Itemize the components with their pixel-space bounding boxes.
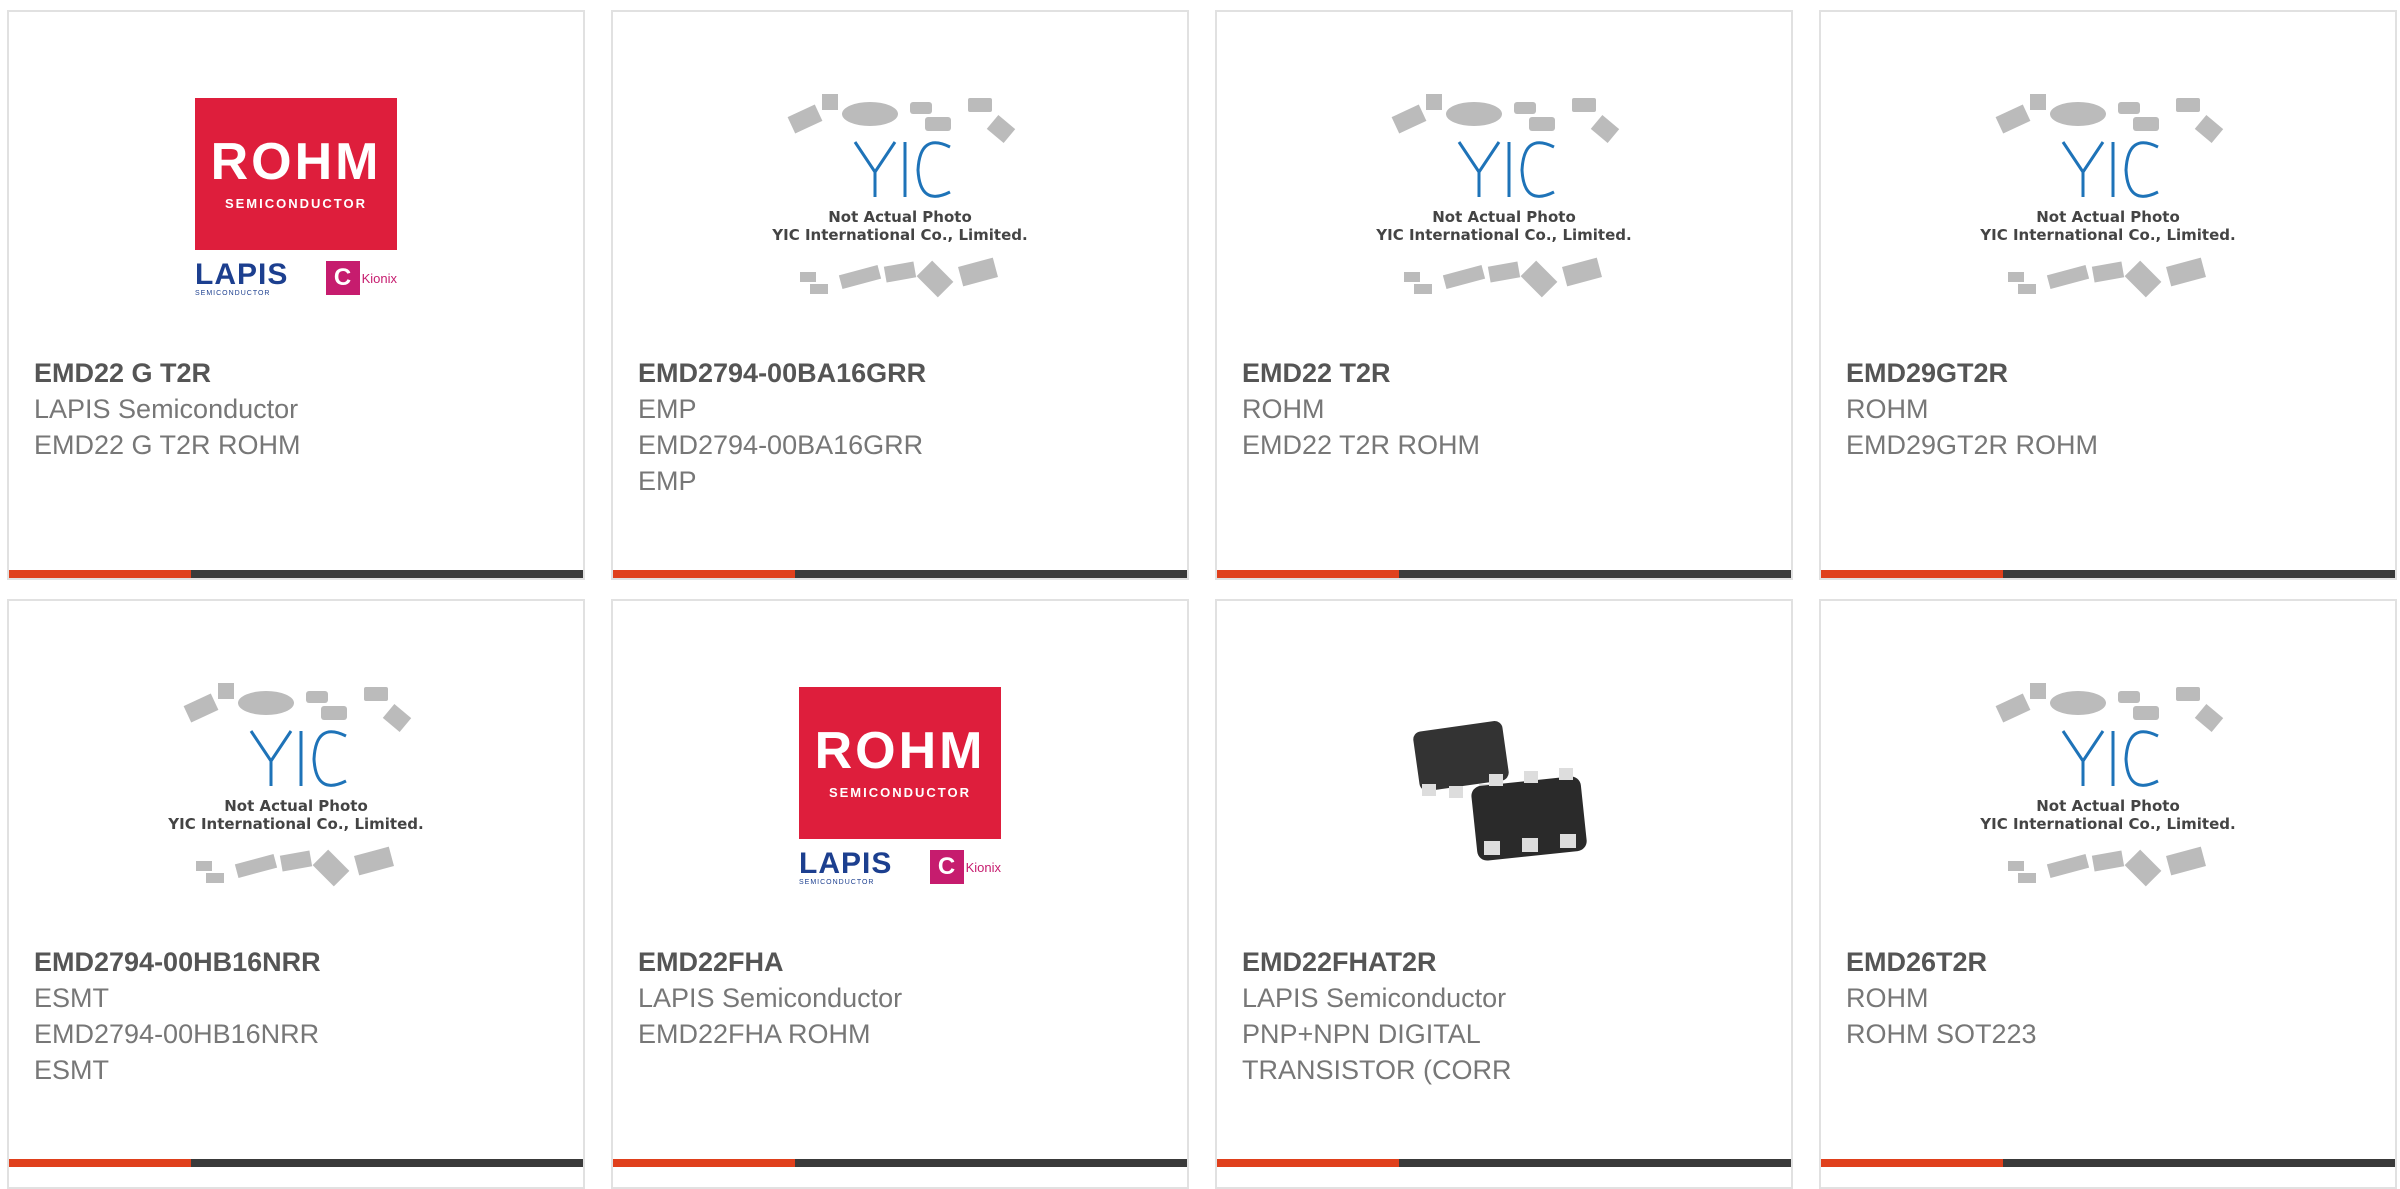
kionix-logo: C Kionix xyxy=(929,850,1001,884)
product-image[interactable] xyxy=(1364,661,1644,911)
card-bottom-bar xyxy=(9,570,583,578)
description: EMD22FHA ROHM xyxy=(638,1019,871,1049)
product-card[interactable]: Not Actual Photo YIC International Co., … xyxy=(1819,10,2397,580)
placeholder-line1: Not Actual Photo xyxy=(224,797,368,815)
part-number-link[interactable]: EMD22 G T2R xyxy=(34,355,563,391)
card-bottom-bar xyxy=(613,1159,1187,1167)
description: PNP+NPN DIGITAL TRANSISTOR (CORR xyxy=(1242,1019,1512,1085)
product-image[interactable]: ROHM SEMICONDUCTOR LAPIS SEMICONDUCTOR C Ki… xyxy=(156,72,436,322)
product-image[interactable]: Not Actual Photo YIC International Co., … xyxy=(1968,661,2248,911)
description: ROHM SOT223 xyxy=(1846,1019,2037,1049)
placeholder-line2: YIC International Co., Limited. xyxy=(167,815,423,833)
kionix-logo-text: Kionix xyxy=(361,270,397,286)
yic-placeholder-image: Not Actual Photo YIC International Co., … xyxy=(167,683,424,887)
manufacturer: ROHM xyxy=(1242,394,1325,424)
rohm-logo-text: ROHM xyxy=(210,133,382,191)
kionix-logo-text: Kionix xyxy=(965,859,1001,875)
description: EMD22 G T2R ROHM xyxy=(34,430,301,460)
product-card[interactable]: ROHM SEMICONDUCTOR LAPIS SEMICONDUCTOR C Ki… xyxy=(7,10,585,580)
product-image[interactable]: ROHM SEMICONDUCTOR LAPIS SEMICONDUCTOR C Ki… xyxy=(760,661,1040,911)
rohm-lapis-logo: ROHM SEMICONDUCTOR LAPIS SEMICONDUCTOR C Ki… xyxy=(194,97,399,297)
manufacturer: ESMT xyxy=(34,983,110,1013)
placeholder-line1: Not Actual Photo xyxy=(2036,208,2180,226)
lapis-logo-text: LAPIS xyxy=(799,846,893,880)
manufacturer: ROHM xyxy=(1846,983,1929,1013)
rohm-logo-text: ROHM xyxy=(814,722,986,780)
card-bottom-bar xyxy=(1217,570,1791,578)
card-accent xyxy=(613,570,795,578)
card-bottom-bar xyxy=(1217,1159,1791,1167)
part-number-link[interactable]: EMD22FHA xyxy=(638,944,1167,980)
product-grid: ROHM SEMICONDUCTOR LAPIS SEMICONDUCTOR C Ki… xyxy=(0,0,2400,1189)
description: EMD2794-00BA16GRR EMP xyxy=(638,430,924,496)
manufacturer: LAPIS Semiconductor xyxy=(34,394,299,424)
part-number-link[interactable]: EMD29GT2R xyxy=(1846,355,2375,391)
product-card[interactable]: Not Actual Photo YIC International Co., … xyxy=(7,599,585,1189)
rohm-logo-subtext: SEMICONDUCTOR xyxy=(224,196,368,211)
card-accent xyxy=(1217,570,1399,578)
part-number-link[interactable]: EMD22FHAT2R xyxy=(1242,944,1771,980)
card-accent xyxy=(1821,1159,2003,1167)
rohm-lapis-logo: ROHM SEMICONDUCTOR LAPIS SEMICONDUCTOR C Ki… xyxy=(798,686,1003,886)
yic-placeholder-image: Not Actual Photo YIC International Co., … xyxy=(1979,94,2236,298)
product-card[interactable]: ROHM SEMICONDUCTOR LAPIS SEMICONDUCTOR C Ki… xyxy=(611,599,1189,1189)
yic-placeholder-image: Not Actual Photo YIC International Co., … xyxy=(771,94,1028,298)
manufacturer: LAPIS Semiconductor xyxy=(638,983,903,1013)
product-image[interactable]: Not Actual Photo YIC International Co., … xyxy=(1364,72,1644,322)
placeholder-line2: YIC International Co., Limited. xyxy=(1375,226,1631,244)
product-card[interactable]: Not Actual Photo YIC International Co., … xyxy=(1215,10,1793,580)
manufacturer: LAPIS Semiconductor xyxy=(1242,983,1507,1013)
placeholder-line2: YIC International Co., Limited. xyxy=(771,226,1027,244)
card-bottom-bar xyxy=(613,570,1187,578)
product-card[interactable]: Not Actual Photo YIC International Co., … xyxy=(611,10,1189,580)
card-bottom-bar xyxy=(1821,570,2395,578)
placeholder-line1: Not Actual Photo xyxy=(1432,208,1576,226)
card-bottom-bar xyxy=(1821,1159,2395,1167)
product-card[interactable]: EMD22FHAT2R LAPIS Semiconductor PNP+NPN … xyxy=(1215,599,1793,1189)
lapis-logo-subtext: SEMICONDUCTOR xyxy=(799,878,875,886)
card-bottom-bar xyxy=(9,1159,583,1167)
manufacturer: ROHM xyxy=(1846,394,1929,424)
description: EMD29GT2R ROHM xyxy=(1846,430,2099,460)
product-image[interactable]: Not Actual Photo YIC International Co., … xyxy=(760,72,1040,322)
manufacturer: EMP xyxy=(638,394,697,424)
part-number-link[interactable]: EMD22 T2R xyxy=(1242,355,1771,391)
placeholder-line1: Not Actual Photo xyxy=(2036,797,2180,815)
placeholder-line2: YIC International Co., Limited. xyxy=(1979,815,2235,833)
card-accent xyxy=(9,1159,191,1167)
part-number-link[interactable]: EMD26T2R xyxy=(1846,944,2375,980)
part-number-link[interactable]: EMD2794-00HB16NRR xyxy=(34,944,563,980)
sot-package-photo xyxy=(1413,721,1587,861)
description: EMD22 T2R ROHM xyxy=(1242,430,1481,460)
card-accent xyxy=(9,570,191,578)
lapis-logo-subtext: SEMICONDUCTOR xyxy=(195,289,271,297)
product-image[interactable]: Not Actual Photo YIC International Co., … xyxy=(1968,72,2248,322)
yic-placeholder-image: Not Actual Photo YIC International Co., … xyxy=(1979,683,2236,887)
placeholder-line2: YIC International Co., Limited. xyxy=(1979,226,2235,244)
rohm-logo-subtext: SEMICONDUCTOR xyxy=(828,785,972,800)
lapis-logo-text: LAPIS xyxy=(195,257,289,291)
placeholder-line1: Not Actual Photo xyxy=(828,208,972,226)
description: EMD2794-00HB16NRR ESMT xyxy=(34,1019,320,1085)
card-accent xyxy=(613,1159,795,1167)
product-image[interactable]: Not Actual Photo YIC International Co., … xyxy=(156,661,436,911)
yic-placeholder-image: Not Actual Photo YIC International Co., … xyxy=(1375,94,1632,298)
product-card[interactable]: Not Actual Photo YIC International Co., … xyxy=(1819,599,2397,1189)
part-number-link[interactable]: EMD2794-00BA16GRR xyxy=(638,355,1167,391)
kionix-logo: C Kionix xyxy=(325,261,397,295)
card-accent xyxy=(1821,570,2003,578)
card-accent xyxy=(1217,1159,1399,1167)
